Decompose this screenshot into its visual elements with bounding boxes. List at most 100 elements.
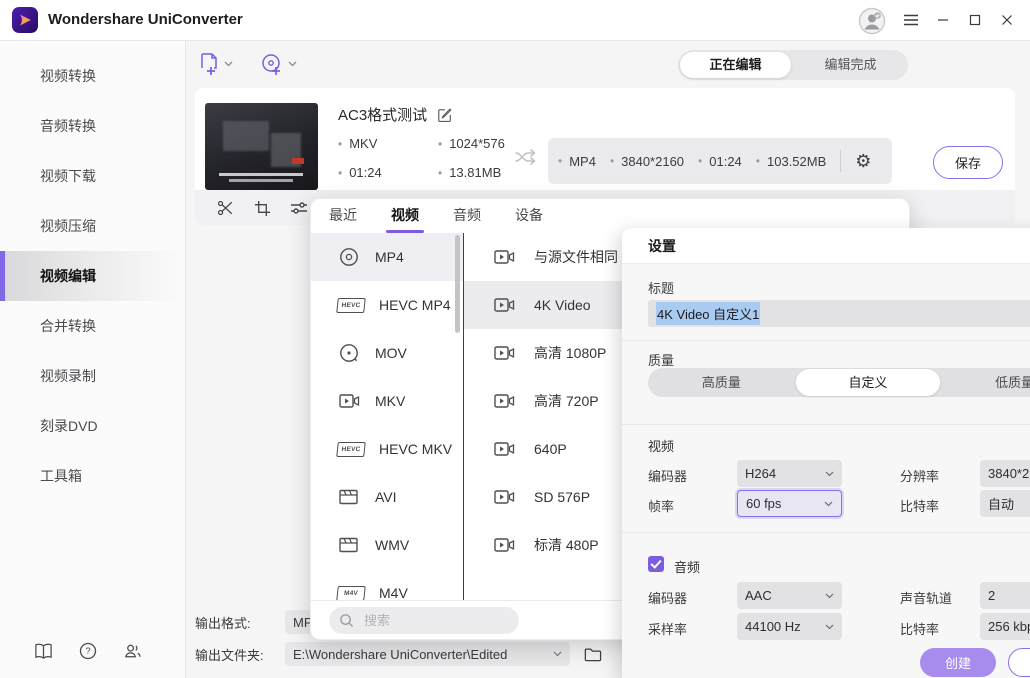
sidebar-item-burn-dvd[interactable]: 刻录DVD [0, 401, 185, 451]
output-settings-gear-icon[interactable]: ⚙ [855, 152, 871, 170]
audio-checkbox[interactable] [648, 556, 664, 572]
format-item-wmv[interactable]: WMV [311, 521, 463, 569]
title-input[interactable]: 4K Video 自定义1 [648, 300, 1030, 327]
convert-arrow-icon [513, 146, 539, 168]
format-item-m4v[interactable]: M4V M4V [311, 569, 463, 601]
hevc-badge-icon: HEVC [336, 298, 366, 313]
search-input[interactable] [362, 612, 496, 629]
menu-icon[interactable] [896, 0, 926, 40]
sidebar-item-audio-convert[interactable]: 音频转换 [0, 101, 185, 151]
video-camera-icon [492, 535, 516, 555]
sidebar-item-video-download[interactable]: 视频下载 [0, 151, 185, 201]
video-camera-icon [492, 391, 516, 411]
video-camera-icon [492, 487, 516, 507]
format-item-mp4[interactable]: MP4 [311, 233, 463, 281]
title-label: 标题 [648, 278, 674, 297]
samplerate-select[interactable]: 44100 Hz [737, 613, 842, 640]
audio-bitrate-label: 比特率 [900, 619, 939, 638]
output-resolution: 3840*2160 [610, 154, 684, 169]
trim-scissors-icon[interactable] [213, 196, 237, 220]
tab-edit-done[interactable]: 编辑完成 [795, 52, 906, 78]
add-disc-icon [260, 52, 284, 76]
format-item-hevc-mp4[interactable]: HEVC HEVC MP4 [311, 281, 463, 329]
app-logo-icon [12, 7, 38, 33]
format-item-avi[interactable]: AVI [311, 473, 463, 521]
close-button[interactable] [992, 0, 1022, 40]
sidebar-footer: ? [0, 642, 219, 660]
audio-channel-field[interactable]: 2 [980, 582, 1030, 609]
chevron-down-icon [224, 61, 233, 67]
add-file-button[interactable] [198, 52, 233, 76]
sidebar-item-screen-record[interactable]: 视频录制 [0, 351, 185, 401]
guide-book-icon[interactable] [34, 642, 53, 660]
effects-sliders-icon[interactable] [287, 196, 311, 220]
framerate-select[interactable]: 60 fps [737, 490, 842, 517]
output-folder-select[interactable]: E:\Wondershare UniConverter\Edited [285, 642, 570, 666]
video-encoder-select[interactable]: H264 [737, 460, 842, 487]
search-input-wrap[interactable] [329, 607, 519, 634]
account-avatar-icon[interactable] [858, 7, 886, 35]
sidebar-item-merge-convert[interactable]: 合并转换 [0, 301, 185, 351]
audio-encoder-select[interactable]: AAC [737, 582, 842, 609]
samplerate-label: 采样率 [648, 619, 687, 638]
main-toolbar: 正在编辑 编辑完成 [186, 41, 1030, 87]
minimize-button[interactable] [928, 0, 958, 40]
audio-section-label: 音频 [674, 557, 700, 576]
secondary-button-partial[interactable] [1008, 648, 1030, 677]
format-item-mov[interactable]: MOV [311, 329, 463, 377]
sidebar-item-video-compress[interactable]: 视频压缩 [0, 201, 185, 251]
source-size: 13.81MB [438, 165, 505, 180]
tab-video[interactable]: 视频 [391, 199, 419, 233]
titlebar: Wondershare UniConverter [0, 0, 1030, 41]
sidebar-item-video-edit[interactable]: 视频编辑 [0, 251, 185, 301]
tab-recent[interactable]: 最近 [329, 199, 357, 233]
add-disc-button[interactable] [260, 52, 297, 76]
framerate-label: 帧率 [648, 496, 674, 515]
source-format: MKV [338, 136, 438, 151]
format-item-mkv[interactable]: MKV [311, 377, 463, 425]
tab-device[interactable]: 设备 [515, 199, 543, 233]
sidebar-item-video-convert[interactable]: 视频转换 [0, 51, 185, 101]
svg-text:?: ? [85, 646, 90, 657]
clapperboard-icon [337, 487, 361, 507]
crop-icon[interactable] [250, 196, 274, 220]
video-camera-icon [492, 343, 516, 363]
video-encoder-label: 编码器 [648, 466, 687, 485]
task-title: AC3格式测试 [338, 104, 427, 125]
video-camera-icon [492, 295, 516, 315]
tab-editing[interactable]: 正在编辑 [680, 52, 791, 78]
video-camera-icon [337, 391, 361, 411]
format-item-hevc-mkv[interactable]: HEVC HEVC MKV [311, 425, 463, 473]
output-folder-row: 输出文件夹: E:\Wondershare UniConverter\Edite… [195, 642, 602, 666]
output-info: MP4 3840*2160 01:24 103.52MB ⚙ [548, 138, 892, 184]
create-button[interactable]: 创建 [920, 648, 996, 677]
format-list-scrollbar[interactable] [455, 235, 460, 333]
m4v-badge-icon: M4V [336, 586, 366, 601]
quality-option-low[interactable]: 低质量 [942, 369, 1030, 396]
help-icon[interactable]: ? [79, 642, 97, 660]
rename-icon[interactable] [437, 107, 453, 123]
sidebar-item-toolbox[interactable]: 工具箱 [0, 451, 185, 501]
output-format-label: 输出格式: [195, 613, 285, 632]
video-thumbnail[interactable] [205, 103, 318, 190]
output-format: MP4 [558, 154, 596, 169]
contacts-icon[interactable] [123, 642, 142, 660]
video-camera-icon [492, 439, 516, 459]
quality-option-high[interactable]: 高质量 [649, 369, 794, 396]
clapperboard-icon [337, 535, 361, 555]
quality-option-custom[interactable]: 自定义 [796, 369, 941, 396]
video-bitrate-field[interactable]: 自动 [980, 490, 1030, 517]
source-info: MKV 1024*576 01:24 13.81MB [338, 136, 505, 180]
app-title: Wondershare UniConverter [48, 0, 243, 40]
chevron-down-icon [288, 61, 297, 67]
maximize-button[interactable] [960, 0, 990, 40]
source-duration: 01:24 [338, 165, 438, 180]
title-input-selected-text: 4K Video 自定义1 [656, 302, 760, 325]
tab-audio[interactable]: 音频 [453, 199, 481, 233]
source-resolution: 1024*576 [438, 136, 505, 151]
open-folder-icon[interactable] [584, 647, 602, 662]
resolution-field[interactable]: 3840*2160 [980, 460, 1030, 487]
divider [840, 150, 841, 172]
audio-bitrate-field[interactable]: 256 kbps [980, 613, 1030, 640]
save-button[interactable]: 保存 [933, 146, 1003, 179]
